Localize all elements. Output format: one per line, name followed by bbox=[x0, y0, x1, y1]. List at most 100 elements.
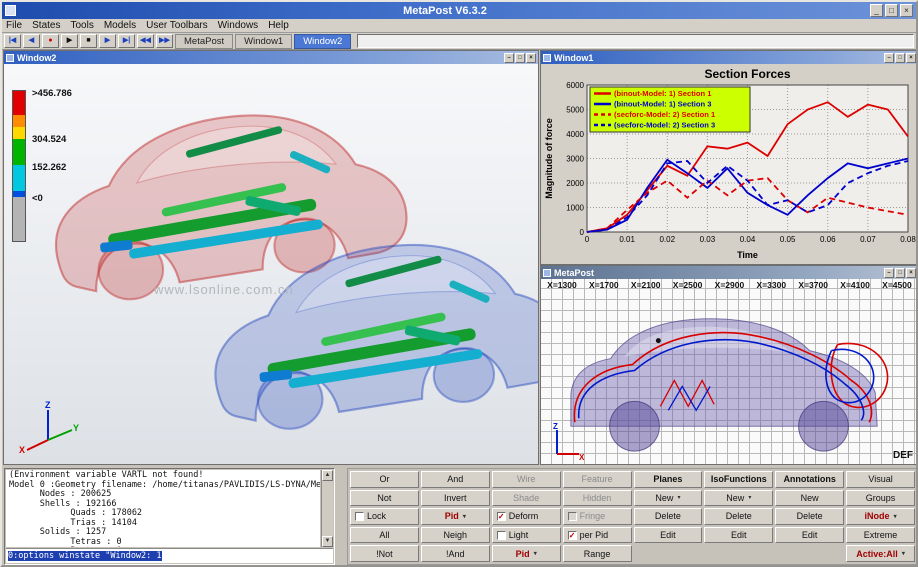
dropdown-arrow-icon[interactable]: ▾ bbox=[748, 494, 751, 501]
play-button[interactable]: ▶ bbox=[61, 34, 78, 48]
close-button[interactable]: × bbox=[900, 4, 913, 17]
command-line[interactable]: 0:options winstate "Window2: 1 bbox=[6, 548, 333, 563]
delete-button[interactable]: Delete bbox=[704, 508, 773, 525]
visual-button[interactable]: Visual bbox=[846, 471, 915, 488]
sideview-viewport[interactable]: X=1300X=1700X=2100X=2500X=2900X=3300X=37… bbox=[541, 279, 918, 464]
close-button[interactable]: × bbox=[526, 53, 536, 63]
new-button[interactable]: New bbox=[775, 490, 844, 507]
close-button[interactable]: × bbox=[906, 268, 916, 278]
pane-window2-titlebar[interactable]: Window2 –□× bbox=[4, 51, 538, 64]
shade-button[interactable]: Shade bbox=[492, 490, 561, 507]
control-label: Neigh bbox=[444, 530, 468, 540]
tab-window2[interactable]: Window2 bbox=[294, 34, 351, 49]
pid-button[interactable]: Pid▾ bbox=[421, 508, 490, 525]
lock-checkbox[interactable]: Lock bbox=[350, 508, 419, 525]
tab-window1[interactable]: Window1 bbox=[235, 34, 292, 49]
dropdown-arrow-icon[interactable]: ▾ bbox=[894, 513, 897, 520]
menu-tools[interactable]: Tools bbox=[70, 20, 93, 31]
groups-button[interactable]: Groups bbox=[846, 490, 915, 507]
minimize-button[interactable]: _ bbox=[870, 4, 883, 17]
menu-help[interactable]: Help bbox=[268, 20, 289, 31]
checkbox-icon[interactable] bbox=[497, 531, 506, 540]
dropdown-arrow-icon[interactable]: ▾ bbox=[902, 550, 905, 557]
edit-button[interactable]: Edit bbox=[704, 527, 773, 544]
svg-text:0: 0 bbox=[580, 228, 585, 237]
pane-metapost-titlebar[interactable]: MetaPost –□× bbox=[541, 266, 918, 279]
annotations-button[interactable]: Annotations bbox=[775, 471, 844, 488]
or-button[interactable]: Or bbox=[350, 471, 419, 488]
scroll-up-icon[interactable]: ▲ bbox=[322, 470, 333, 481]
wire-button[interactable]: Wire bbox=[492, 471, 561, 488]
maximize-button[interactable]: □ bbox=[895, 268, 905, 278]
menu-file[interactable]: File bbox=[6, 20, 22, 31]
minimize-button[interactable]: – bbox=[884, 268, 894, 278]
inode-button[interactable]: iNode▾ bbox=[846, 508, 915, 525]
rewind-button[interactable]: ◀◀ bbox=[137, 34, 154, 48]
active-all-button[interactable]: Active:All▾ bbox=[846, 545, 915, 562]
checkbox-icon[interactable]: ✓ bbox=[497, 512, 506, 521]
edit-button[interactable]: Edit bbox=[634, 527, 703, 544]
isofunctions-button[interactable]: IsoFunctions bbox=[704, 471, 773, 488]
dropdown-arrow-icon[interactable]: ▾ bbox=[677, 494, 680, 501]
pid-button[interactable]: Pid▾ bbox=[492, 545, 561, 562]
menu-user-toolbars[interactable]: User Toolbars bbox=[146, 20, 208, 31]
per-pid-checkbox[interactable]: ✓per Pid bbox=[563, 527, 632, 544]
control-label: Light bbox=[509, 530, 529, 540]
dropdown-arrow-icon[interactable]: ▾ bbox=[534, 550, 537, 557]
titlebar[interactable]: MetaPost V6.3.2 _□× bbox=[2, 2, 916, 19]
toolbar-entry-field[interactable] bbox=[357, 34, 914, 48]
minimize-button[interactable]: – bbox=[504, 53, 514, 63]
checkbox-icon[interactable] bbox=[355, 512, 364, 521]
new-button[interactable]: New▾ bbox=[634, 490, 703, 507]
empty-cell bbox=[775, 545, 844, 562]
checkbox-icon[interactable] bbox=[568, 512, 577, 521]
not-button[interactable]: !Not bbox=[350, 545, 419, 562]
control-label: Invert bbox=[444, 493, 467, 503]
pane-window1-titlebar[interactable]: Window1 –□× bbox=[541, 51, 918, 64]
viewport-3d[interactable]: >456.786304.524152.262<0 www.lsonline.co… bbox=[4, 64, 538, 464]
and-button[interactable]: !And bbox=[421, 545, 490, 562]
new-button[interactable]: New▾ bbox=[704, 490, 773, 507]
forward-button[interactable]: ▶▶ bbox=[156, 34, 173, 48]
checkbox-icon[interactable]: ✓ bbox=[568, 531, 577, 540]
deform-checkbox[interactable]: ✓Deform bbox=[492, 508, 561, 525]
maximize-button[interactable]: □ bbox=[895, 53, 905, 63]
stop-button[interactable]: ■ bbox=[80, 34, 97, 48]
maximize-button[interactable]: □ bbox=[515, 53, 525, 63]
console-output[interactable]: (Environment variable VARTL not found!Mo… bbox=[6, 470, 320, 547]
hidden-button[interactable]: Hidden bbox=[563, 490, 632, 507]
feature-button[interactable]: Feature bbox=[563, 471, 632, 488]
and-button[interactable]: And bbox=[421, 471, 490, 488]
close-button[interactable]: × bbox=[906, 53, 916, 63]
fringe-checkbox[interactable]: Fringe bbox=[563, 508, 632, 525]
planes-button[interactable]: Planes bbox=[634, 471, 703, 488]
not-button[interactable]: Not bbox=[350, 490, 419, 507]
record-button[interactable]: ● bbox=[42, 34, 59, 48]
neigh-button[interactable]: Neigh bbox=[421, 527, 490, 544]
last-state-button[interactable]: ▶| bbox=[118, 34, 135, 48]
dropdown-arrow-icon[interactable]: ▾ bbox=[463, 513, 466, 520]
console-scrollbar[interactable]: ▲ ▼ bbox=[321, 470, 333, 547]
edit-button[interactable]: Edit bbox=[775, 527, 844, 544]
tab-metapost[interactable]: MetaPost bbox=[175, 34, 233, 49]
all-button[interactable]: All bbox=[350, 527, 419, 544]
menu-windows[interactable]: Windows bbox=[218, 20, 259, 31]
menu-models[interactable]: Models bbox=[104, 20, 136, 31]
control-label: !Not bbox=[376, 549, 393, 559]
extreme-button[interactable]: Extreme bbox=[846, 527, 915, 544]
next-state-button[interactable]: ▶ bbox=[99, 34, 116, 48]
svg-text:2000: 2000 bbox=[566, 179, 584, 188]
maximize-button[interactable]: □ bbox=[885, 4, 898, 17]
minimize-button[interactable]: – bbox=[884, 53, 894, 63]
scroll-down-icon[interactable]: ▼ bbox=[322, 536, 333, 547]
chart-area[interactable]: Section ForcesMagnitude of forceTime00.0… bbox=[541, 64, 918, 264]
prev-state-button[interactable]: ◀ bbox=[23, 34, 40, 48]
control-label: Edit bbox=[660, 530, 676, 540]
menu-states[interactable]: States bbox=[32, 20, 60, 31]
invert-button[interactable]: Invert bbox=[421, 490, 490, 507]
first-state-button[interactable]: |◀ bbox=[4, 34, 21, 48]
range-button[interactable]: Range bbox=[563, 545, 632, 562]
light-checkbox[interactable]: Light bbox=[492, 527, 561, 544]
delete-button[interactable]: Delete bbox=[634, 508, 703, 525]
delete-button[interactable]: Delete bbox=[775, 508, 844, 525]
